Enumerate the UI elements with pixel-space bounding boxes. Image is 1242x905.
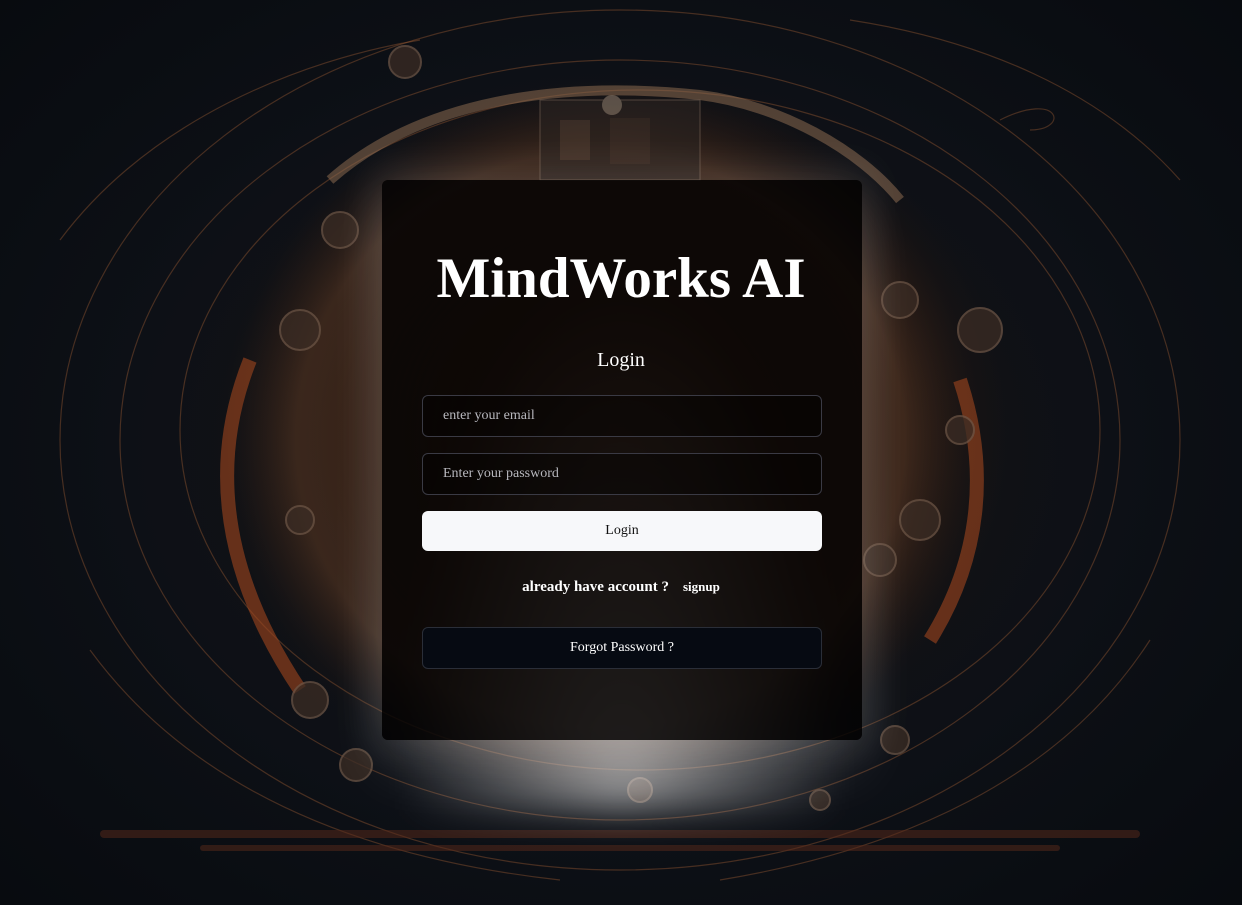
- signup-prompt: already have account ?: [522, 579, 669, 595]
- login-heading: Login: [597, 349, 645, 371]
- password-input[interactable]: [422, 453, 822, 495]
- brand-title: MindWorks AI: [436, 247, 806, 310]
- forgot-password-button[interactable]: Forgot Password ?: [422, 627, 822, 669]
- email-input[interactable]: [422, 395, 822, 437]
- signup-row: already have account ? signup: [0, 579, 1242, 596]
- login-button[interactable]: Login: [422, 511, 822, 551]
- login-page: MindWorks AI Login Login already have ac…: [0, 0, 1242, 905]
- signup-link[interactable]: signup: [683, 579, 720, 594]
